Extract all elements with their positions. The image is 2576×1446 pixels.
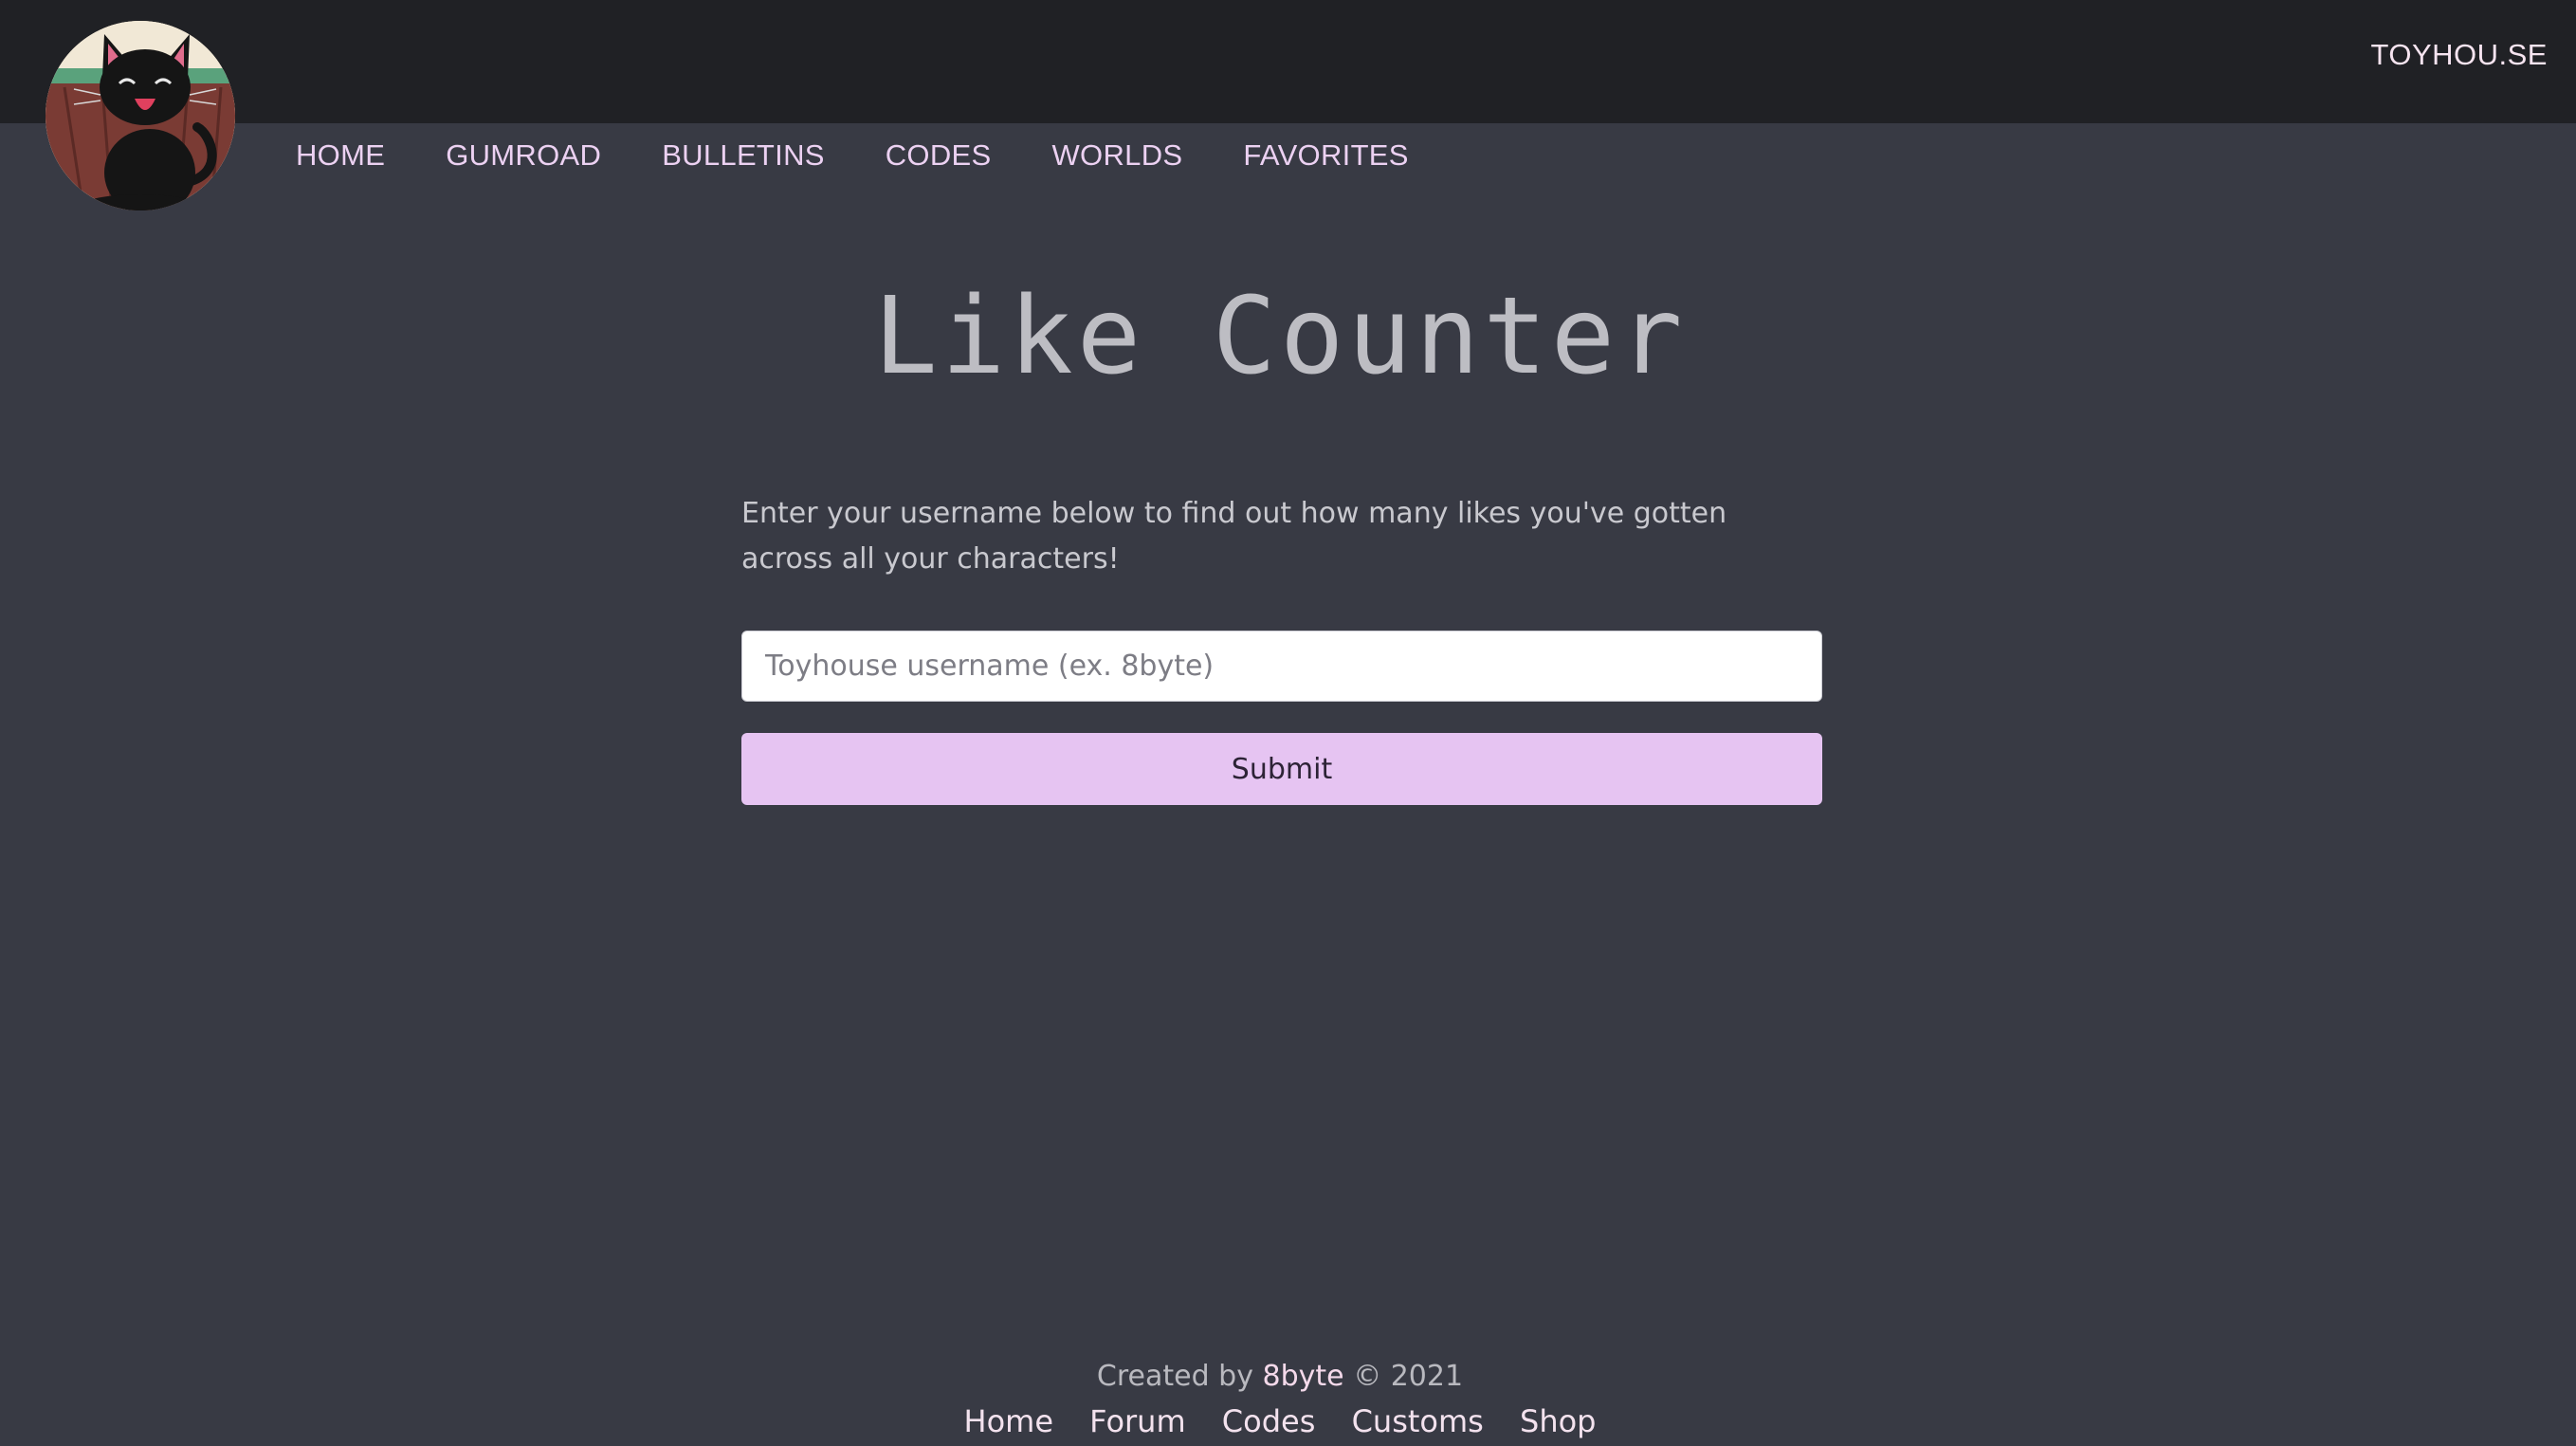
page-title: Like Counter [873, 275, 1687, 398]
footer-links: Home Forum Codes Customs Shop [0, 1403, 2560, 1439]
credit-prefix: Created by [1096, 1360, 1253, 1393]
footer-credit: Created by 8byte © 2021 [0, 1360, 2560, 1393]
intro-text: Enter your username below to find out ho… [741, 497, 1727, 576]
footer-link-forum[interactable]: Forum [1089, 1403, 1185, 1439]
top-bar [0, 0, 2576, 123]
black-cat-avatar-icon [46, 21, 235, 210]
nav-item-gumroad[interactable]: GUMROAD [446, 138, 601, 173]
nav-item-home[interactable]: HOME [296, 138, 385, 173]
main-nav: HOME GUMROAD BULLETINS CODES WORLDS FAVO… [296, 138, 1470, 173]
submit-button[interactable]: Submit [741, 733, 1822, 805]
username-input[interactable] [741, 631, 1822, 702]
credit-author-link[interactable]: 8byte [1263, 1360, 1344, 1393]
nav-item-bulletins[interactable]: BULLETINS [662, 138, 825, 173]
site-avatar[interactable] [46, 21, 235, 210]
footer-link-shop[interactable]: Shop [1520, 1403, 1596, 1439]
toyhouse-site-link[interactable]: TOYHOU.SE [2370, 38, 2548, 72]
nav-item-codes[interactable]: CODES [886, 138, 992, 173]
nav-item-worlds[interactable]: WORLDS [1052, 138, 1183, 173]
credit-copyright: © 2021 [1353, 1360, 1464, 1393]
nav-item-favorites[interactable]: FAVORITES [1243, 138, 1408, 173]
footer-link-customs[interactable]: Customs [1352, 1403, 1484, 1439]
footer-link-codes[interactable]: Codes [1222, 1403, 1316, 1439]
footer-link-home[interactable]: Home [964, 1403, 1054, 1439]
